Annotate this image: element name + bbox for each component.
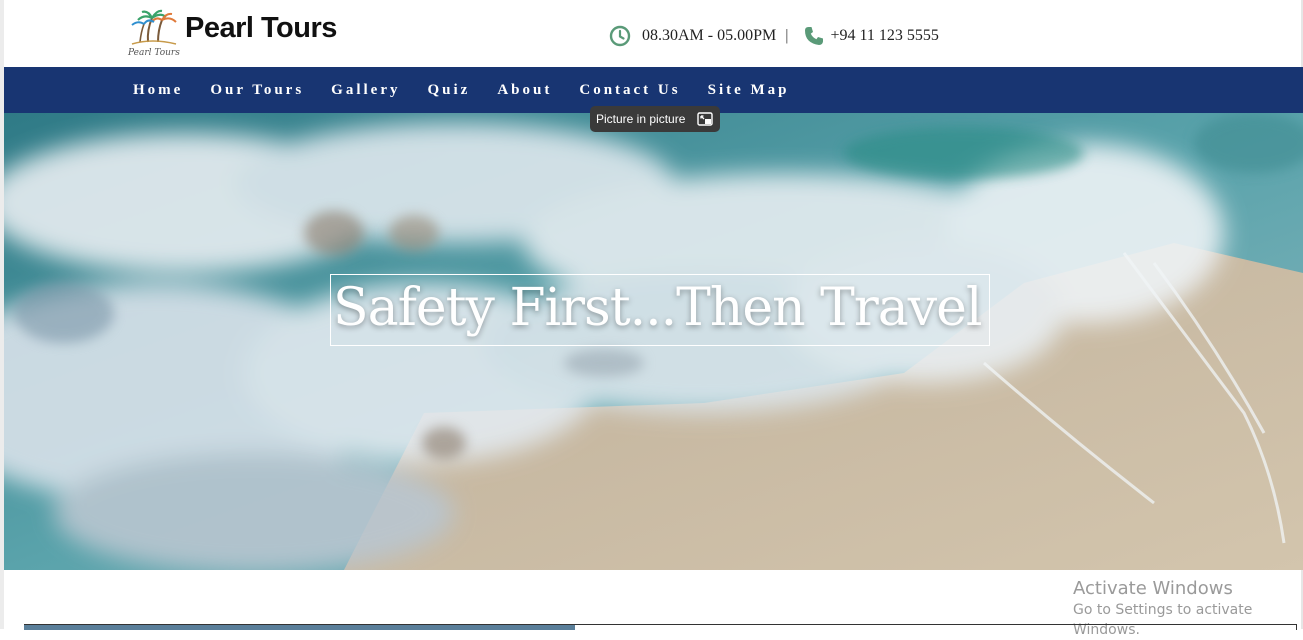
nav-item-our-tours[interactable]: Our Tours bbox=[210, 82, 304, 99]
nav-item-quiz[interactable]: Quiz bbox=[428, 82, 471, 99]
content-box-edge bbox=[575, 624, 1297, 630]
nav-item-gallery[interactable]: Gallery bbox=[331, 82, 400, 99]
content-image-edge bbox=[24, 624, 575, 630]
contact-info: 08.30AM - 05.00PM | +94 11 123 5555 bbox=[608, 23, 939, 49]
nav-item-contact-us[interactable]: Contact Us bbox=[579, 82, 680, 99]
windows-activation-watermark: Activate Windows Go to Settings to activ… bbox=[1073, 578, 1303, 640]
brand-name[interactable]: Pearl Tours bbox=[185, 14, 337, 43]
phone-icon bbox=[802, 24, 826, 48]
nav-item-site-map[interactable]: Site Map bbox=[708, 82, 790, 99]
hero-banner: Safety First...Then Travel bbox=[4, 113, 1303, 570]
picture-in-picture-icon bbox=[696, 110, 714, 128]
site-header: Pearl Tours Pearl Tours 08.30AM - 05.00P… bbox=[4, 0, 1301, 67]
hero-title: Safety First...Then Travel bbox=[333, 278, 982, 338]
svg-text:Pearl Tours: Pearl Tours bbox=[127, 48, 180, 58]
business-hours: 08.30AM - 05.00PM bbox=[642, 27, 777, 44]
phone-number[interactable]: +94 11 123 5555 bbox=[830, 27, 938, 45]
pip-label: Picture in picture bbox=[596, 112, 686, 126]
nav-item-about[interactable]: About bbox=[497, 82, 552, 99]
activate-windows-subtitle: Go to Settings to activate Windows. bbox=[1073, 602, 1253, 638]
nav-item-home[interactable]: Home bbox=[133, 82, 183, 99]
activate-windows-title: Activate Windows bbox=[1073, 578, 1233, 599]
clock-icon bbox=[608, 24, 632, 48]
palm-tree-logo-icon[interactable]: Pearl Tours bbox=[122, 8, 182, 58]
picture-in-picture-button[interactable]: Picture in picture bbox=[590, 106, 720, 132]
contact-separator: | bbox=[785, 27, 789, 44]
hero-title-box: Safety First...Then Travel bbox=[330, 274, 990, 346]
